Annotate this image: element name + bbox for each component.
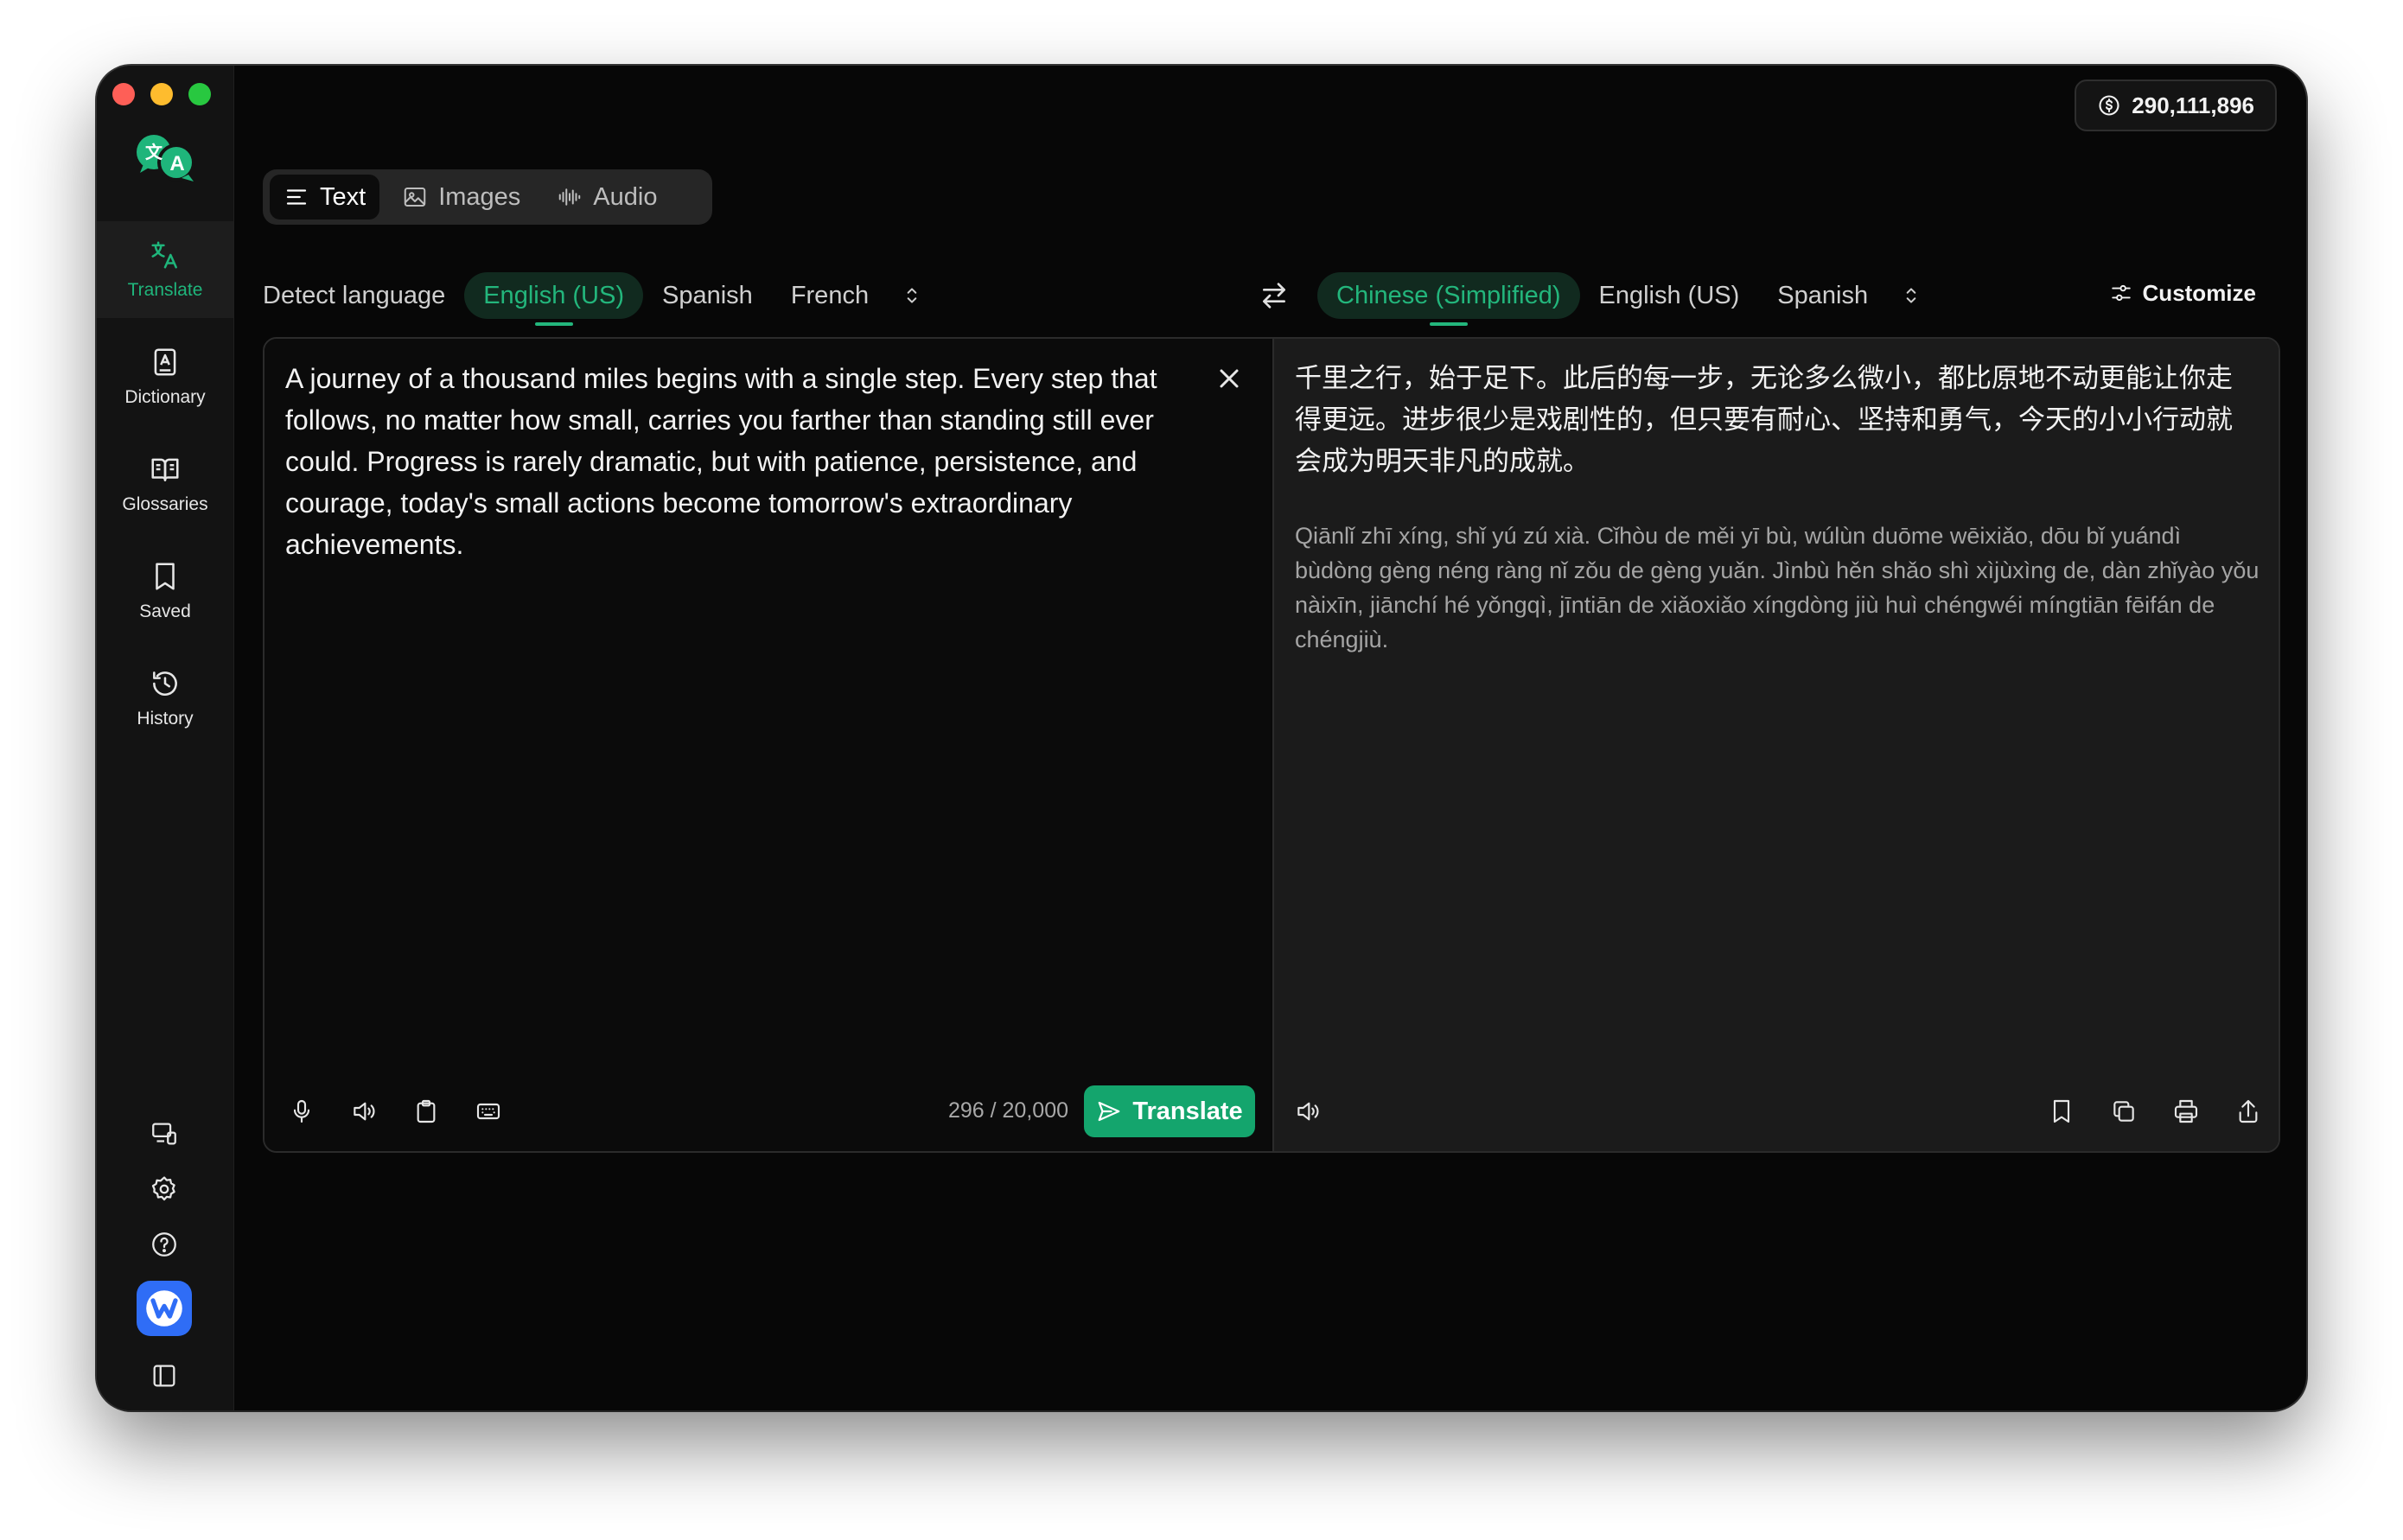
sidebar-item-translate[interactable]: Translate: [97, 221, 233, 318]
dictionary-icon: [154, 348, 176, 376]
maximize-window-button[interactable]: [188, 83, 211, 105]
account-avatar-icon[interactable]: [137, 1281, 192, 1336]
sidebar-item-glossaries[interactable]: Glossaries: [97, 436, 233, 532]
tab-text[interactable]: Text: [270, 175, 380, 220]
target-pane: 千里之行，始于足下。此后的每一步，无论多么微小，都比原地不动更能让你走得更远。进…: [1272, 339, 2279, 1151]
target-toolbar-left: [1288, 1085, 1328, 1137]
speaker-icon[interactable]: [344, 1091, 384, 1131]
sidebar: 文 A Translate Dictionary Glossaries Save…: [97, 66, 234, 1410]
waveform-icon: [559, 188, 581, 206]
sidebar-item-saved[interactable]: Saved: [97, 543, 233, 640]
translated-text: 千里之行，始于足下。此后的每一步，无论多么微小，都比原地不动更能让你走得更远。进…: [1295, 363, 2233, 476]
tab-images[interactable]: Images: [388, 175, 534, 220]
sidebar-item-label: Dictionary: [124, 387, 206, 407]
translate-icon: [151, 241, 177, 269]
source-lang-more-chevron-icon[interactable]: [896, 278, 927, 313]
close-window-button[interactable]: [112, 83, 135, 105]
sidebar-item-history[interactable]: History: [97, 650, 233, 747]
customize-button[interactable]: Customize: [2110, 271, 2256, 315]
source-text-input[interactable]: A journey of a thousand miles begins wit…: [285, 358, 1184, 565]
swap-languages-icon[interactable]: [1257, 278, 1291, 313]
svg-text:文: 文: [145, 142, 163, 162]
sidebar-item-dictionary[interactable]: Dictionary: [97, 328, 233, 425]
source-lang-spanish[interactable]: Spanish: [643, 272, 772, 319]
target-lang-more-chevron-icon[interactable]: [1896, 278, 1927, 313]
svg-text:A: A: [169, 152, 184, 175]
tab-label: Text: [320, 182, 367, 211]
customize-label: Customize: [2142, 279, 2256, 306]
tab-label: Images: [438, 182, 521, 211]
settings-gear-icon[interactable]: [147, 1172, 182, 1206]
share-icon[interactable]: [2228, 1091, 2268, 1131]
target-lang-spanish[interactable]: Spanish: [1758, 272, 1887, 319]
help-icon[interactable]: [147, 1227, 182, 1262]
glossary-book-icon: [151, 458, 179, 481]
translation-panel: A journey of a thousand miles begins wit…: [263, 337, 2280, 1153]
bookmark-icon: [156, 563, 175, 590]
clear-text-close-icon[interactable]: [1214, 363, 1245, 394]
sliders-icon: [2111, 284, 2131, 302]
sidebar-item-label: Glossaries: [122, 494, 208, 514]
character-counter: 296 / 20,000: [947, 1098, 1068, 1123]
target-speaker-icon[interactable]: [1288, 1091, 1328, 1131]
credits-badge[interactable]: 290,111,896: [2075, 80, 2277, 131]
save-bookmark-icon[interactable]: [2042, 1091, 2081, 1131]
target-lang-chinese-simplified[interactable]: Chinese (Simplified): [1317, 272, 1580, 326]
history-icon: [153, 671, 177, 696]
app-window: 文 A Translate Dictionary Glossaries Save…: [97, 66, 2306, 1410]
clipboard-icon[interactable]: [406, 1091, 446, 1131]
source-lang-english-us[interactable]: English (US): [464, 272, 643, 326]
devices-icon[interactable]: [147, 1117, 182, 1151]
pinyin-transliteration: Qiānlǐ zhī xíng, shǐ yú zú xià. Cǐhòu de…: [1295, 523, 2260, 652]
translate-button[interactable]: Translate: [1084, 1085, 1255, 1137]
sidebar-item-label: History: [137, 709, 194, 729]
translate-button-label: Translate: [1132, 1097, 1243, 1125]
dollar-coin-icon: [2099, 95, 2119, 116]
target-language-bar: Chinese (Simplified) English (US) Spanis…: [1317, 270, 1927, 326]
text-lines-icon: [286, 189, 307, 205]
target-lang-english-us[interactable]: English (US): [1580, 272, 1759, 319]
source-lang-french[interactable]: French: [772, 272, 888, 319]
print-icon[interactable]: [2166, 1091, 2206, 1131]
mode-tabs: Text Images Audio: [263, 169, 712, 225]
detect-language-option[interactable]: Detect language: [263, 272, 464, 319]
source-toolbar: [282, 1085, 508, 1137]
sidebar-item-label: Saved: [139, 601, 191, 621]
source-language-bar: Detect language English (US) Spanish Fre…: [263, 270, 927, 326]
target-toolbar-right: [2042, 1085, 2268, 1137]
app-logo-icon: 文 A: [131, 128, 201, 188]
sidebar-item-label: Translate: [127, 280, 203, 300]
window-controls: [112, 83, 211, 105]
send-icon: [1098, 1101, 1120, 1122]
copy-icon[interactable]: [2104, 1091, 2144, 1131]
sidebar-toggle-icon[interactable]: [147, 1359, 182, 1393]
credits-amount: 290,111,896: [2132, 92, 2254, 118]
tab-audio[interactable]: Audio: [543, 175, 671, 220]
image-icon: [404, 188, 426, 207]
microphone-icon[interactable]: [282, 1091, 322, 1131]
source-pane: A journey of a thousand miles begins wit…: [265, 339, 1271, 1151]
keyboard-icon[interactable]: [468, 1091, 508, 1131]
minimize-window-button[interactable]: [150, 83, 173, 105]
tab-label: Audio: [593, 182, 658, 211]
